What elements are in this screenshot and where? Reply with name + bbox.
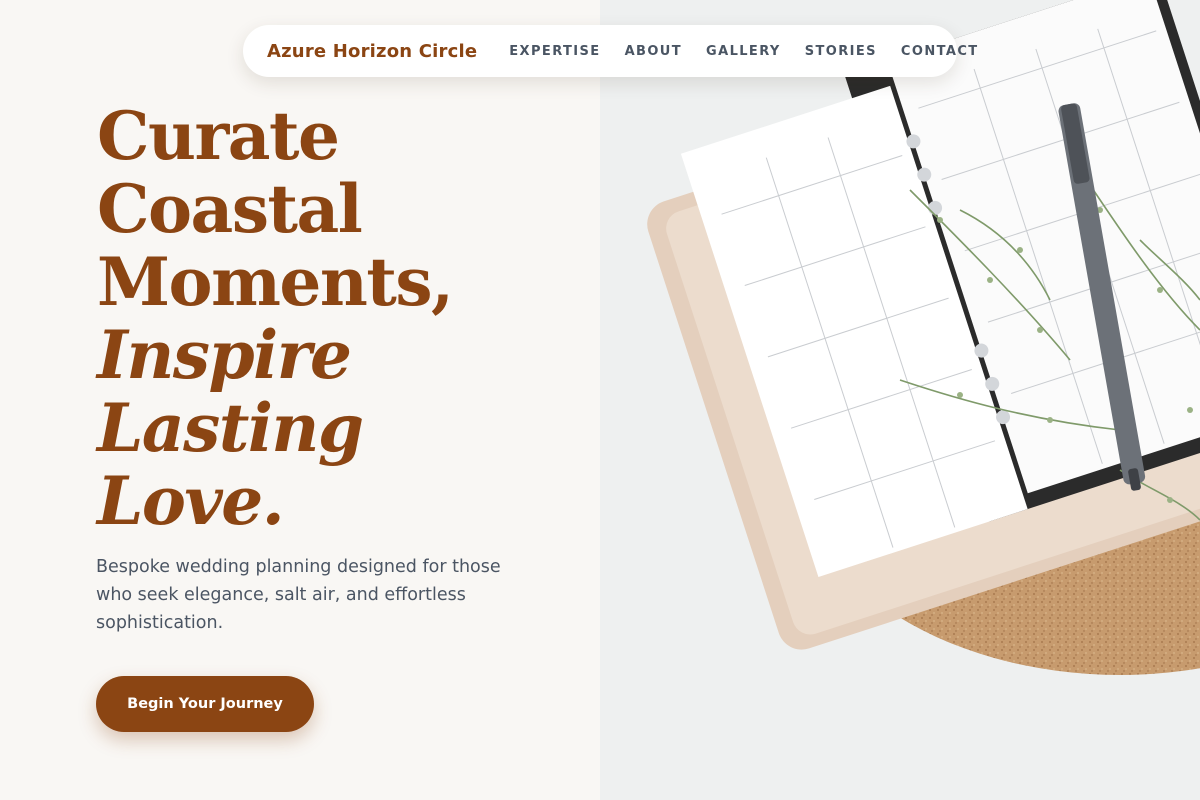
nav-link-contact[interactable]: CONTACT — [901, 44, 979, 59]
hero-title: Curate Coastal Moments, Inspire Lasting … — [97, 100, 537, 538]
nav-link-about[interactable]: ABOUT — [625, 44, 682, 59]
nav-links: EXPERTISE ABOUT GALLERY STORIES CONTACT — [509, 44, 978, 59]
hero-subtitle: Bespoke wedding planning designed for th… — [96, 557, 501, 633]
hero-title-line-italic: Inspire — [97, 316, 352, 394]
planner-photo-illustration — [647, 0, 1200, 675]
top-nav: Azure Horizon Circle EXPERTISE ABOUT GAL… — [243, 25, 977, 77]
brand-logo[interactable]: Azure Horizon Circle — [267, 41, 477, 62]
hero-photo — [600, 0, 1200, 800]
hero-title-line-italic: Love. — [97, 462, 285, 540]
begin-journey-button[interactable]: Begin Your Journey — [96, 676, 314, 732]
nav-link-expertise[interactable]: EXPERTISE — [509, 44, 600, 59]
hero-title-line: Moments, — [97, 243, 454, 321]
hero-title-line: Coastal — [97, 170, 363, 248]
hero-title-line-italic: Lasting — [97, 389, 364, 467]
nav-link-gallery[interactable]: GALLERY — [706, 44, 781, 59]
nav-link-stories[interactable]: STORIES — [805, 44, 877, 59]
hero-title-line: Curate — [97, 97, 340, 175]
